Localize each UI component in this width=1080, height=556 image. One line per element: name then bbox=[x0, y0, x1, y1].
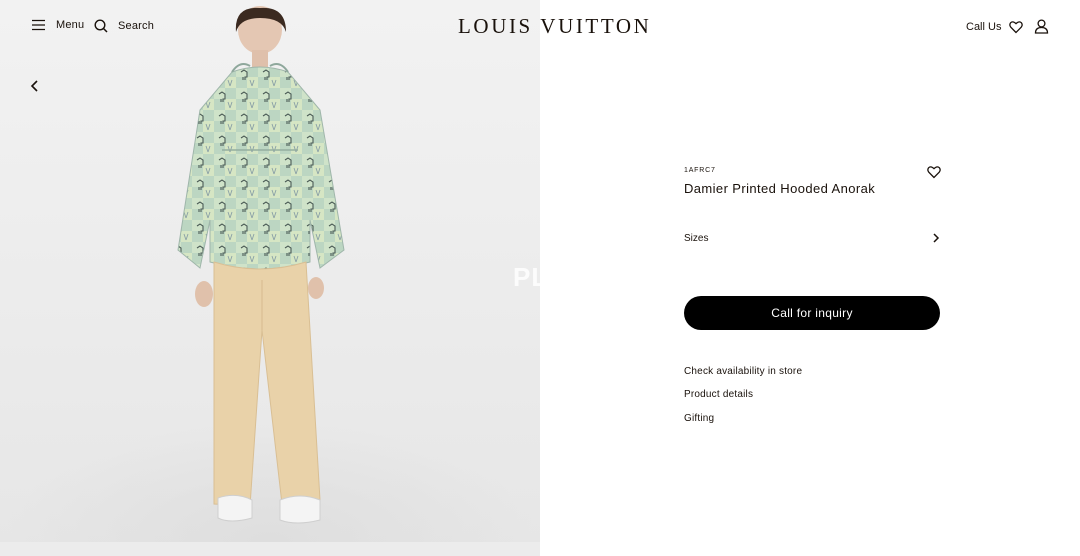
account-icon[interactable] bbox=[1034, 19, 1049, 34]
product-title: Damier Printed Hooded Anorak bbox=[684, 181, 876, 196]
check-availability-link[interactable]: Check availability in store bbox=[684, 366, 802, 377]
menu-label: Menu bbox=[56, 19, 85, 31]
gifting-link[interactable]: Gifting bbox=[684, 413, 714, 424]
product-photo-model bbox=[177, 6, 345, 524]
call-for-inquiry-button[interactable]: Call for inquiry bbox=[684, 296, 940, 330]
call-us-link[interactable]: Call Us bbox=[966, 21, 1001, 33]
gallery-bottom-strip bbox=[0, 542, 540, 556]
search-label: Search bbox=[118, 20, 155, 32]
search-icon bbox=[94, 19, 108, 33]
sizes-selector[interactable]: Sizes bbox=[684, 230, 940, 246]
site-header: Menu Search LOUIS VUITTON Call Us bbox=[0, 0, 1080, 56]
chevron-left-icon[interactable] bbox=[27, 78, 43, 94]
add-to-wishlist-heart-icon[interactable] bbox=[927, 165, 941, 179]
sizes-label: Sizes bbox=[684, 232, 709, 244]
hamburger-menu-icon bbox=[32, 19, 45, 31]
gallery-overlay-text: PL bbox=[513, 262, 540, 292]
search-button[interactable]: Search bbox=[94, 19, 154, 33]
heart-icon[interactable] bbox=[1009, 20, 1023, 34]
chevron-right-icon bbox=[933, 233, 940, 243]
product-sku: 1AFRC7 bbox=[684, 167, 716, 174]
product-details-link[interactable]: Product details bbox=[684, 389, 753, 400]
brand-logo[interactable]: LOUIS VUITTON bbox=[458, 14, 649, 39]
menu-button[interactable]: Menu bbox=[32, 19, 84, 31]
product-image-gallery[interactable]: PL bbox=[0, 0, 540, 556]
